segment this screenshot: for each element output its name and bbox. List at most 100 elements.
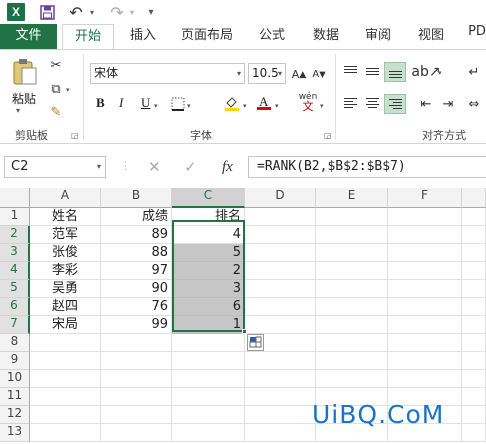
cell-c10[interactable] (172, 370, 245, 388)
tab-insert[interactable]: 插入 (128, 24, 158, 49)
cell-c8[interactable] (172, 334, 245, 352)
row-header-11[interactable]: 11 (0, 388, 30, 406)
font-launcher-icon[interactable]: ◲ (324, 131, 332, 140)
cell-g2[interactable] (462, 226, 486, 244)
cell-e7[interactable] (316, 316, 388, 334)
row-header-1[interactable]: 1 (0, 208, 30, 226)
cell-a11[interactable] (30, 388, 101, 406)
cell-c11[interactable] (172, 388, 245, 406)
font-size-select[interactable]: 10.5 ▾ (248, 63, 286, 84)
row-header-12[interactable]: 12 (0, 406, 30, 424)
font-name-select[interactable]: 宋体 ▾ (90, 63, 245, 84)
cell-c6[interactable]: 6 (172, 298, 245, 316)
middle-align-button[interactable] (362, 62, 384, 82)
cell-c12[interactable] (172, 406, 245, 424)
orientation-dropdown-icon[interactable]: ▾ (438, 69, 442, 77)
tab-view[interactable]: 视图 (416, 24, 446, 49)
tab-formulas[interactable]: 公式 (257, 24, 287, 49)
top-align-button[interactable] (340, 62, 362, 82)
column-header-c[interactable]: C (172, 188, 245, 208)
cell-g11[interactable] (462, 388, 486, 406)
cell-f2[interactable] (388, 226, 462, 244)
undo-dropdown-icon[interactable]: ▾ (88, 3, 96, 21)
align-center-button[interactable] (362, 94, 384, 114)
wrap-text-icon[interactable]: ↵ (466, 64, 482, 80)
copy-dropdown-icon[interactable]: ▾ (66, 86, 70, 94)
undo-icon[interactable]: ↶ (67, 3, 85, 22)
italic-button[interactable]: I (119, 95, 123, 111)
row-header-13[interactable]: 13 (0, 424, 30, 442)
cut-icon[interactable]: ✂ (48, 57, 64, 73)
formula-input[interactable]: =RANK(B2,$B$2:$B$7) (248, 156, 486, 178)
merge-center-icon[interactable]: ⇔ (466, 96, 482, 112)
cell-f8[interactable] (388, 334, 462, 352)
tab-pdf[interactable]: PD (466, 24, 486, 49)
cell-a2[interactable]: 范军 (30, 226, 101, 244)
font-color-icon[interactable]: A (256, 94, 272, 110)
column-header-a[interactable]: A (30, 188, 101, 208)
cell-g12[interactable] (462, 406, 486, 424)
cell-c2[interactable]: 4 (172, 226, 245, 244)
cell-g9[interactable] (462, 352, 486, 370)
cell-d2[interactable] (245, 226, 316, 244)
autofill-options-button[interactable] (247, 334, 264, 351)
cell-g1[interactable] (462, 208, 486, 226)
cell-b11[interactable] (101, 388, 172, 406)
tab-home[interactable]: 开始 (62, 24, 114, 50)
copy-icon[interactable]: ⧉ (48, 81, 64, 97)
decrease-indent-icon[interactable]: ⇤ (418, 96, 434, 112)
cell-f1[interactable] (388, 208, 462, 226)
paste-dropdown-icon[interactable]: ▾ (16, 106, 20, 115)
borders-icon[interactable] (170, 96, 186, 112)
cell-a9[interactable] (30, 352, 101, 370)
cell-b9[interactable] (101, 352, 172, 370)
cell-f10[interactable] (388, 370, 462, 388)
tab-file[interactable]: 文件 (0, 24, 57, 49)
cell-g6[interactable] (462, 298, 486, 316)
cell-f4[interactable] (388, 262, 462, 280)
align-left-button[interactable] (340, 94, 362, 114)
bottom-align-button[interactable] (384, 62, 406, 82)
cell-a10[interactable] (30, 370, 101, 388)
underline-dropdown-icon[interactable]: ▾ (154, 102, 158, 110)
customize-qat-icon[interactable]: ▾ (146, 3, 156, 21)
cell-b13[interactable] (101, 424, 172, 442)
row-header-6[interactable]: 6 (0, 298, 30, 316)
cell-d4[interactable] (245, 262, 316, 280)
cell-g5[interactable] (462, 280, 486, 298)
cancel-icon[interactable]: ✕ (148, 156, 161, 178)
cell-a6[interactable]: 赵四 (30, 298, 101, 316)
redo-icon[interactable]: ↷ (108, 3, 126, 22)
name-box[interactable]: C2 ▾ (4, 156, 106, 178)
cell-c13[interactable] (172, 424, 245, 442)
row-header-8[interactable]: 8 (0, 334, 30, 352)
cell-g4[interactable] (462, 262, 486, 280)
cell-b12[interactable] (101, 406, 172, 424)
cell-c1[interactable]: 排名 (172, 208, 245, 226)
cell-e5[interactable] (316, 280, 388, 298)
bold-button[interactable]: B (96, 95, 105, 111)
row-header-10[interactable]: 10 (0, 370, 30, 388)
cell-d5[interactable] (245, 280, 316, 298)
cell-e2[interactable] (316, 226, 388, 244)
phonetic-guide-icon[interactable]: wén 文 (298, 93, 318, 113)
insert-function-icon[interactable]: fx (222, 156, 233, 178)
borders-dropdown-icon[interactable]: ▾ (187, 102, 191, 110)
cell-g8[interactable] (462, 334, 486, 352)
fill-color-icon[interactable] (224, 95, 240, 111)
cell-e8[interactable] (316, 334, 388, 352)
cell-e6[interactable] (316, 298, 388, 316)
cell-f3[interactable] (388, 244, 462, 262)
cell-a7[interactable]: 宋局 (30, 316, 101, 334)
cell-a3[interactable]: 张俊 (30, 244, 101, 262)
cell-c4[interactable]: 2 (172, 262, 245, 280)
cell-d6[interactable] (245, 298, 316, 316)
cell-d3[interactable] (245, 244, 316, 262)
cell-d13[interactable] (245, 424, 316, 442)
format-painter-icon[interactable]: ✎ (48, 104, 64, 120)
cell-d12[interactable] (245, 406, 316, 424)
column-header-e[interactable]: E (316, 188, 388, 208)
select-all-corner[interactable] (0, 188, 30, 208)
cell-f9[interactable] (388, 352, 462, 370)
cell-c9[interactable] (172, 352, 245, 370)
